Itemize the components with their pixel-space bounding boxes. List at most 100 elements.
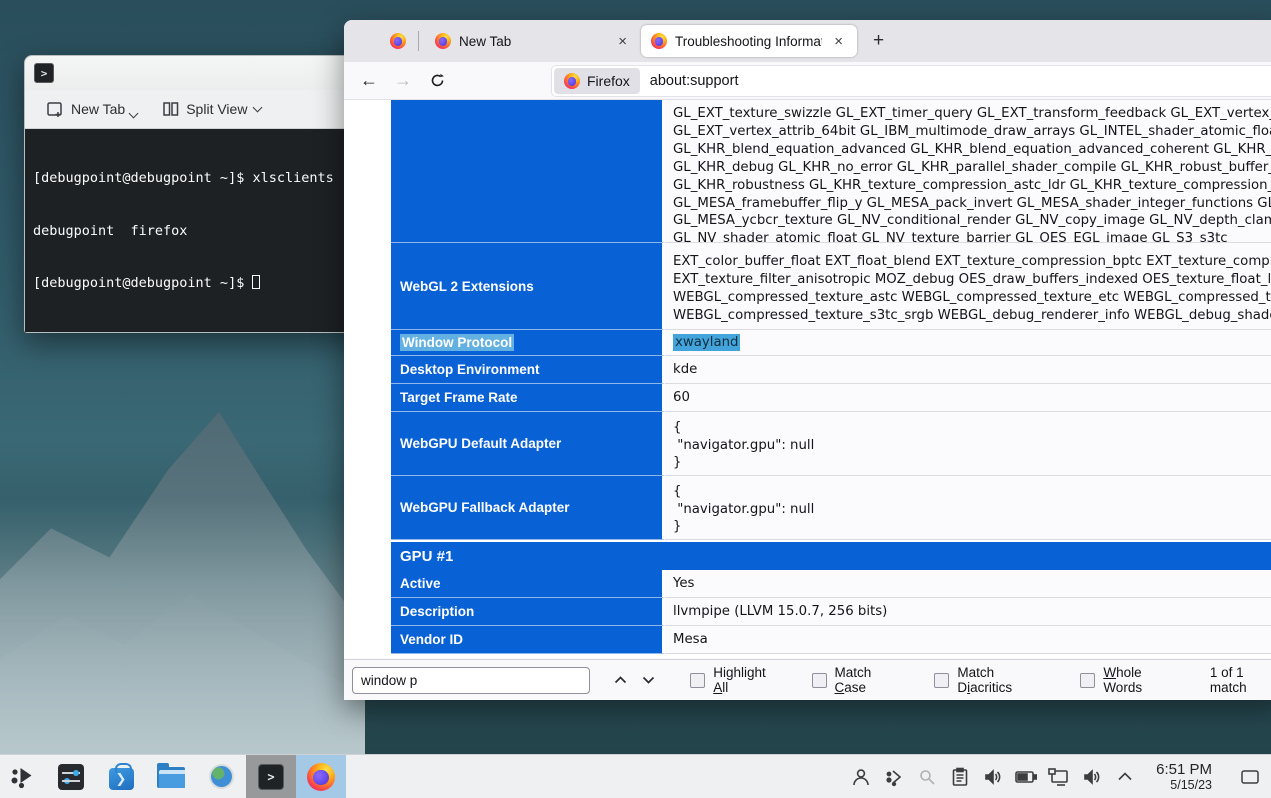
checkbox-icon[interactable] [812,673,827,688]
find-next-button[interactable] [634,667,662,693]
split-view-button[interactable]: Split View [163,101,261,117]
table-row: GL_EXT_texture_swizzle GL_EXT_timer_quer… [391,100,1271,243]
checkbox-label: Match Case [835,665,907,695]
support-table: GL_EXT_texture_swizzle GL_EXT_timer_quer… [391,100,1271,654]
table-row: Description llvmpipe (LLVM 15.0.7, 256 b… [391,598,1271,626]
table-row: WebGL 2 Extensions EXT_color_buffer_floa… [391,243,1271,330]
user-icon[interactable] [849,765,873,789]
volume-icon[interactable] [981,765,1005,789]
row-value: kde [665,356,1271,384]
checkbox-label: Highlight All [713,665,783,695]
tab-separator [418,31,419,51]
taskbar-konsole-task[interactable]: > [246,755,296,798]
firefox-icon [390,33,406,49]
desktop: > New Tab Split View [debugpoint [0,0,1271,798]
system-settings-button[interactable] [46,755,96,798]
web-browser-button[interactable] [196,755,246,798]
new-tab-button[interactable]: New Tab [47,101,137,117]
forward-button: → [388,67,418,95]
row-label: Vendor ID [391,626,665,654]
match-case-toggle[interactable]: Match Case [812,665,907,695]
battery-icon[interactable] [1014,765,1038,789]
row-value: EXT_color_buffer_float EXT_float_blend E… [665,243,1271,330]
tab-troubleshooting[interactable]: Troubleshooting Information × [641,25,857,57]
tab-label: New Tab [459,34,606,49]
split-view-icon [163,102,179,116]
taskbar-left: ❯ > [0,755,346,798]
match-diacritics-toggle[interactable]: Match Diacritics [934,665,1052,695]
kde-connect-icon[interactable] [882,765,906,789]
row-label: WebGL 2 Extensions [391,243,665,330]
expand-tray-button[interactable] [1113,765,1137,789]
reload-button[interactable] [422,67,452,95]
find-previous-button[interactable] [606,667,634,693]
system-settings-icon [58,764,84,790]
display-settings-icon[interactable] [1047,765,1071,789]
reload-icon [430,73,445,88]
checkbox-icon[interactable] [934,673,949,688]
clipboard-icon[interactable] [948,765,972,789]
split-view-label: Split View [186,101,247,117]
new-tab-icon [47,102,64,117]
highlight-all-toggle[interactable]: Highlight All [690,665,783,695]
row-value: 60 [665,384,1271,412]
discover-button[interactable]: ❯ [96,755,146,798]
app-launcher-button[interactable] [0,764,46,790]
taskbar-firefox-task[interactable] [296,755,346,798]
row-label [391,100,665,243]
search-icon[interactable] [915,765,939,789]
row-label: Description [391,598,665,626]
taskbar: ❯ > [0,754,1271,798]
row-value: Yes [665,570,1271,598]
firefox-window: New Tab × Troubleshooting Information × … [344,20,1271,700]
tab-bar: New Tab × Troubleshooting Information × … [344,20,1271,62]
checkbox-icon[interactable] [690,673,705,688]
url-bar[interactable]: Firefox about:support [552,66,1271,96]
mountain-fog [0,390,365,754]
firefox-icon [651,33,667,49]
identity-chip[interactable]: Firefox [554,68,640,94]
find-status: 1 of 1 match [1210,665,1271,695]
new-tab-plus-button[interactable]: + [867,30,890,52]
firefox-icon [435,33,451,49]
find-input[interactable] [352,667,590,694]
close-icon[interactable]: × [830,32,847,51]
folder-icon [157,767,185,788]
tab-label: Troubleshooting Information [675,34,822,49]
row-label: Window Protocol [391,330,665,356]
kde-launcher-icon [10,764,36,790]
table-row: Target Frame Rate 60 [391,384,1271,412]
volume-icon[interactable] [1080,765,1104,789]
system-tray: 6:51 PM 5/15/23 [849,755,1271,798]
konsole-icon: > [258,764,284,790]
table-row: Active Yes [391,570,1271,598]
page-content: GL_EXT_texture_swizzle GL_EXT_timer_quer… [344,100,1271,658]
table-row: Vendor ID Mesa [391,626,1271,654]
table-row: WebGPU Default Adapter { "navigator.gpu"… [391,412,1271,476]
back-button[interactable]: ← [354,67,384,95]
checkbox-label: Match Diacritics [957,665,1052,695]
chevron-down-icon [253,103,263,113]
clock[interactable]: 6:51 PM 5/15/23 [1156,761,1212,793]
section-header-gpu1: GPU #1 [391,542,1271,570]
file-manager-button[interactable] [146,755,196,798]
row-value: GL_EXT_texture_swizzle GL_EXT_timer_quer… [665,100,1271,243]
row-label: Desktop Environment [391,356,665,384]
pinned-tab[interactable] [384,20,412,62]
checkbox-icon[interactable] [1080,673,1095,688]
url-text: about:support [650,73,739,89]
row-label: Target Frame Rate [391,384,665,412]
row-value: { "navigator.gpu": null } [665,412,1271,476]
whole-words-toggle[interactable]: Whole Words [1080,665,1184,695]
close-icon[interactable]: × [614,32,631,51]
selected-text: xwayland [673,334,740,351]
row-value: { "navigator.gpu": null } [665,476,1271,540]
show-desktop-button[interactable] [1237,755,1263,798]
table-row: WebGPU Fallback Adapter { "navigator.gpu… [391,476,1271,540]
checkbox-label: Whole Words [1103,665,1184,695]
chevron-down-icon [642,676,655,684]
discover-icon: ❯ [109,768,134,790]
table-row: Desktop Environment kde [391,356,1271,384]
tab-new-tab[interactable]: New Tab × [425,25,641,57]
row-value: llvmpipe (LLVM 15.0.7, 256 bits) [665,598,1271,626]
